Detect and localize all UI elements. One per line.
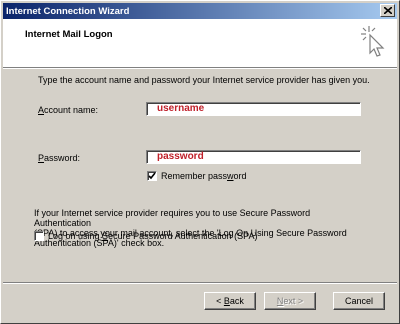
- back-button[interactable]: < Back: [204, 292, 256, 310]
- remember-password-checkbox[interactable]: [147, 171, 157, 181]
- close-icon: [383, 7, 392, 14]
- spa-checkbox[interactable]: [34, 231, 44, 241]
- close-button[interactable]: [380, 4, 395, 17]
- spa-description: If your Internet service provider requir…: [34, 208, 364, 248]
- spa-checkbox-label[interactable]: Log on using Secure Password Authenticat…: [48, 231, 257, 241]
- title-bar: Internet Connection Wizard: [3, 3, 397, 19]
- cancel-button[interactable]: Cancel: [333, 292, 385, 310]
- wizard-header: Internet Mail Logon: [3, 19, 397, 67]
- account-name-label: Account name:: [38, 105, 99, 115]
- page-title: Internet Mail Logon: [25, 29, 113, 40]
- wizard-cursor-icon: [361, 26, 385, 57]
- remember-password-label[interactable]: Remember password: [161, 171, 247, 181]
- spa-description-line: If your Internet service provider requir…: [34, 208, 311, 228]
- account-name-input[interactable]: username: [146, 102, 361, 116]
- checkmark-icon: [148, 172, 156, 180]
- password-label: Password:: [38, 153, 81, 163]
- password-input[interactable]: password: [146, 150, 361, 164]
- next-button[interactable]: Next >: [264, 292, 316, 310]
- header-separator: [3, 67, 397, 69]
- window-title: Internet Connection Wizard: [6, 5, 130, 17]
- wizard-window: Internet Connection Wizard Internet Mail…: [0, 0, 400, 324]
- intro-text: Type the account name and password your …: [38, 75, 370, 85]
- footer-separator: [3, 282, 397, 284]
